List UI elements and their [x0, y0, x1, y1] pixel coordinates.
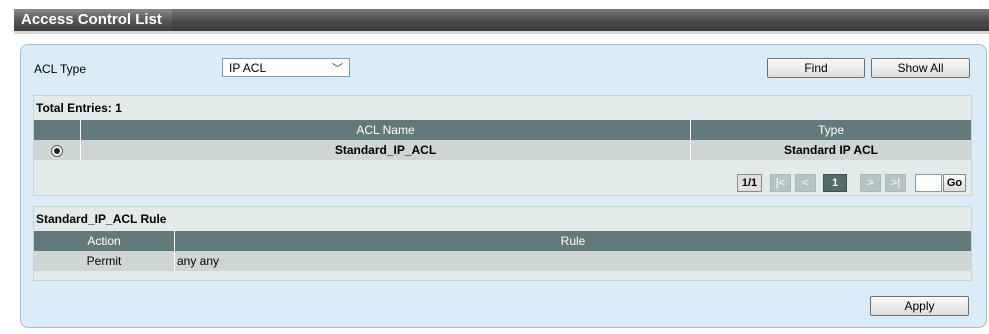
rule-header: Rule — [174, 231, 971, 251]
acl-list-section: Total Entries: 1 ACL Name Type Standard_… — [33, 95, 972, 196]
title-bar: Access Control List — [14, 9, 989, 32]
page-number-input[interactable] — [915, 174, 942, 192]
total-entries: Total Entries: 1 — [36, 101, 122, 115]
next-page-button[interactable]: > — [860, 174, 881, 192]
type-header: Type — [690, 120, 971, 140]
table-row: Permit any any — [34, 251, 971, 271]
acl-type-cell: Standard IP ACL — [690, 140, 971, 160]
acl-type-value: IP ACL — [229, 61, 267, 75]
title-tab: Access Control List — [14, 9, 172, 31]
page-info: 1/1 — [737, 174, 762, 192]
acl-name-header: ACL Name — [80, 120, 691, 140]
action-cell: Permit — [34, 251, 175, 271]
find-button[interactable]: Find — [767, 58, 865, 78]
acl-name-cell: Standard_IP_ACL — [80, 140, 691, 160]
acl-type-label: ACL Type — [34, 62, 87, 76]
last-page-button[interactable]: >| — [885, 174, 906, 192]
acl-type-select[interactable]: IP ACL ﹀ — [222, 58, 350, 77]
current-page-button[interactable]: 1 — [823, 174, 847, 192]
rule-section: Standard_IP_ACL Rule Action Rule Permit … — [33, 206, 972, 281]
acl-table-header: ACL Name Type — [34, 120, 971, 140]
show-all-button[interactable]: Show All — [871, 58, 970, 78]
rule-table: Action Rule Permit any any — [34, 231, 971, 271]
apply-button[interactable]: Apply — [870, 296, 969, 316]
row-radio-button[interactable] — [51, 144, 63, 157]
title-underline — [14, 31, 989, 34]
acl-table: ACL Name Type Standard_IP_ACL Standard I… — [34, 120, 971, 160]
row-select-cell — [34, 140, 81, 160]
chevron-down-icon: ﹀ — [332, 63, 343, 75]
rule-table-header: Action Rule — [34, 231, 971, 251]
first-page-button[interactable]: |< — [770, 174, 791, 192]
page-title: Access Control List — [21, 11, 162, 28]
table-row[interactable]: Standard_IP_ACL Standard IP ACL — [34, 140, 971, 160]
rule-section-title: Standard_IP_ACL Rule — [36, 212, 167, 226]
rule-cell: any any — [174, 251, 971, 271]
go-button[interactable]: Go — [943, 174, 966, 192]
select-column-header — [34, 120, 81, 140]
action-header: Action — [34, 231, 175, 251]
prev-page-button[interactable]: < — [795, 174, 816, 192]
